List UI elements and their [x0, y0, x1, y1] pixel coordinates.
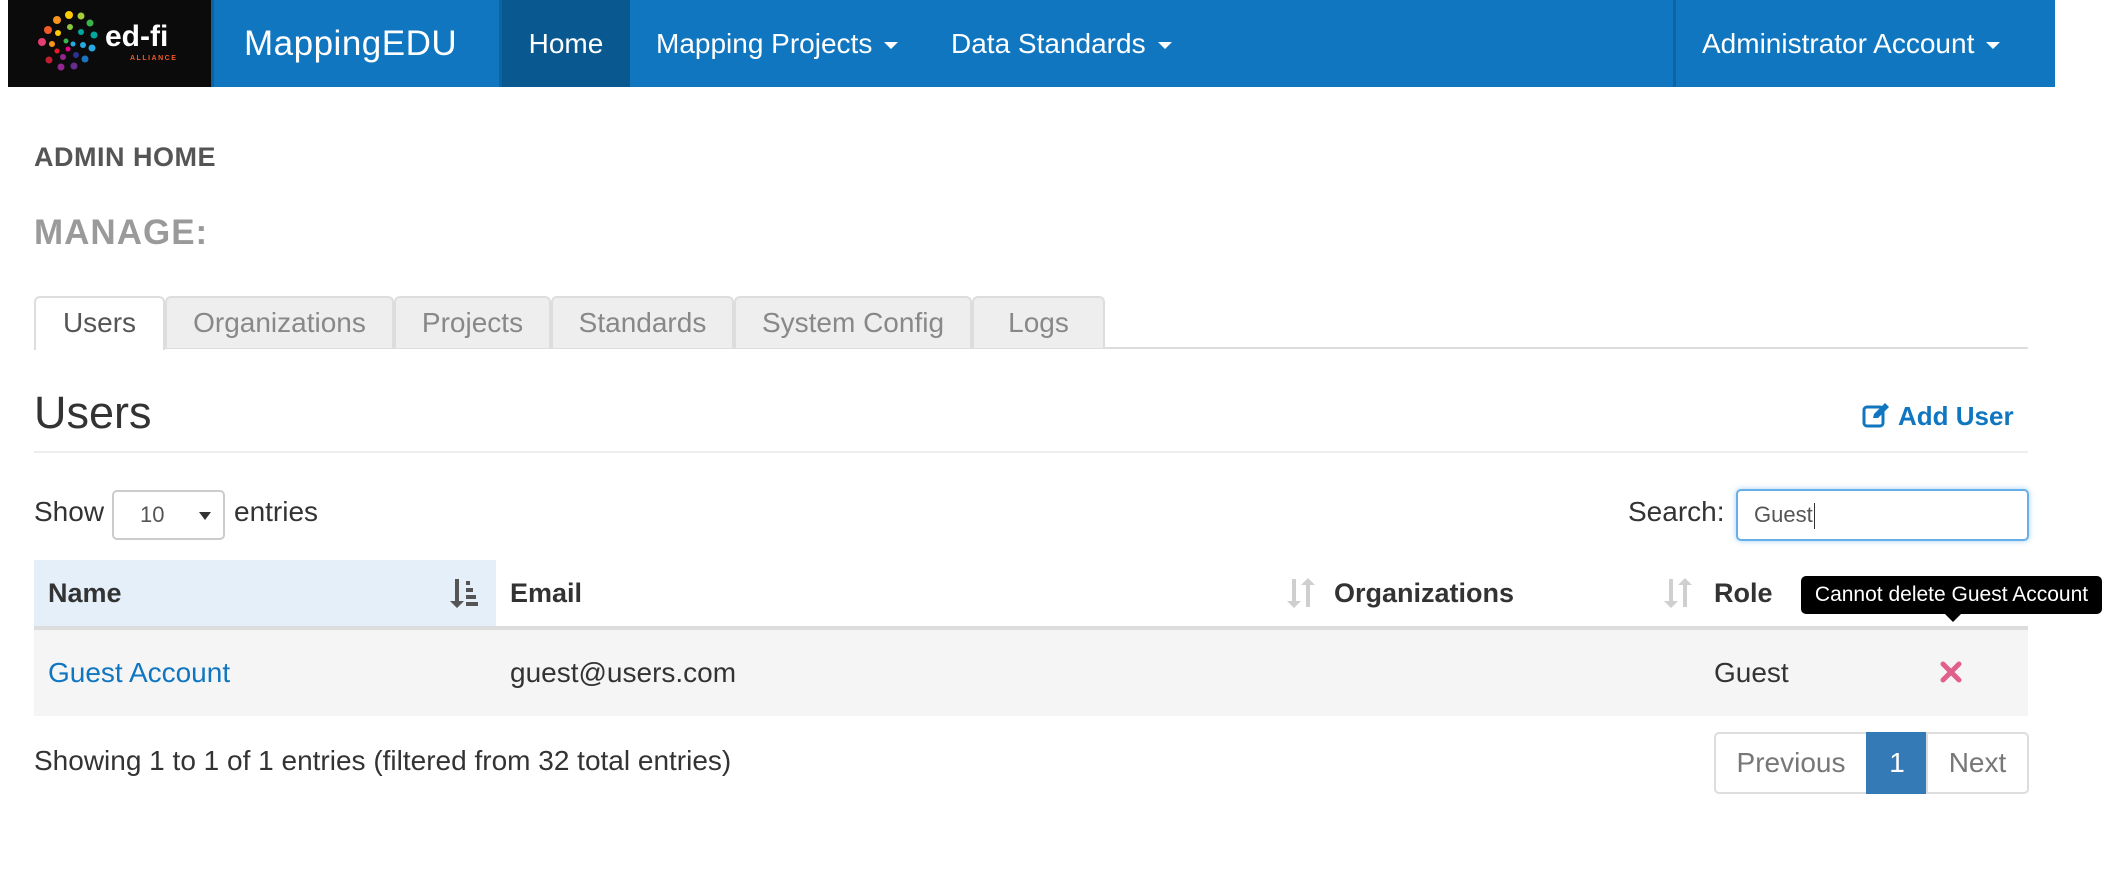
chevron-down-icon	[199, 512, 211, 520]
nav-data-standards-label: Data Standards	[951, 28, 1146, 59]
nav-data-standards[interactable]: Data Standards	[925, 0, 1198, 87]
nav-home[interactable]: Home	[502, 0, 630, 87]
tab-organizations[interactable]: Organizations	[165, 296, 394, 348]
previous-page-button[interactable]: Previous	[1714, 732, 1868, 794]
table-row: Guest Account guest@users.com Guest	[34, 630, 2028, 716]
column-header-name-label: Name	[48, 578, 122, 608]
chevron-down-icon	[1986, 42, 2001, 50]
search-input-value: Guest	[1754, 502, 1813, 527]
user-email: guest@users.com	[510, 657, 737, 688]
nav-mapping-projects[interactable]: Mapping Projects	[630, 0, 924, 87]
page-title: ADMIN HOME	[34, 142, 216, 172]
user-name-link[interactable]: Guest Account	[48, 630, 230, 716]
section-title: Users	[34, 387, 152, 438]
tab-standards-label: Standards	[578, 307, 707, 338]
table-header: Name Email Organizations Role	[34, 560, 2028, 626]
sort-both-icon	[1287, 578, 1315, 608]
chevron-down-icon	[1157, 42, 1172, 50]
edit-icon	[1862, 403, 1889, 428]
nav-home-label: Home	[528, 28, 604, 59]
delete-tooltip: Cannot delete Guest Account	[1801, 576, 2102, 614]
search-input[interactable]: Guest	[1736, 489, 2029, 541]
length-entries-label: entries	[234, 496, 319, 527]
tab-users-label: Users	[62, 307, 137, 338]
app-name[interactable]: MappingEDU	[211, 0, 499, 87]
section-divider	[34, 451, 2028, 453]
nav-account-label: Administrator Account	[1702, 28, 1975, 59]
tab-organizations-label: Organizations	[193, 307, 366, 338]
tab-standards[interactable]: Standards	[551, 296, 734, 348]
tab-projects-label: Projects	[421, 307, 524, 338]
chevron-down-icon	[884, 42, 899, 50]
tab-projects[interactable]: Projects	[394, 296, 551, 348]
entries-per-page-value: 10	[140, 502, 165, 527]
add-user-button[interactable]: Add User	[1862, 401, 2014, 432]
tab-system-config-label: System Config	[761, 307, 945, 338]
svg-text:ALLIANCE: ALLIANCE	[130, 55, 177, 62]
column-header-name[interactable]: Name	[34, 560, 496, 626]
sort-both-icon	[1664, 578, 1692, 608]
table-info: Showing 1 to 1 of 1 entries (filtered fr…	[34, 745, 732, 776]
top-navbar: ed-fi ALLIANCE MappingEDU Home Mapping P…	[8, 0, 2055, 87]
entries-per-page-select[interactable]: 10	[112, 490, 225, 540]
edfi-logo-mark: ed-fi ALLIANCE	[38, 11, 177, 71]
tab-users[interactable]: Users	[34, 296, 165, 350]
svg-text:ed-fi: ed-fi	[105, 20, 168, 53]
column-header-email[interactable]: Email	[496, 560, 1326, 626]
tab-logs[interactable]: Logs	[972, 296, 1105, 348]
sort-ascending-icon	[450, 579, 478, 608]
next-page-button[interactable]: Next	[1926, 732, 2029, 794]
tab-logs-label: Logs	[1008, 307, 1069, 338]
close-icon[interactable]	[1940, 661, 1962, 683]
manage-heading: MANAGE:	[34, 213, 209, 252]
column-header-role-label: Role	[1714, 578, 1773, 608]
column-header-organizations[interactable]: Organizations	[1326, 560, 1706, 626]
page-1-button[interactable]: 1	[1866, 732, 1928, 794]
length-show-label: Show	[34, 496, 105, 527]
user-role: Guest	[1714, 657, 1789, 688]
edfi-logo[interactable]: ed-fi ALLIANCE	[8, 0, 211, 87]
nav-mapping-projects-label: Mapping Projects	[656, 28, 873, 59]
search-label: Search:	[1628, 496, 1725, 527]
add-user-label: Add User	[1898, 401, 2014, 431]
text-cursor	[1813, 503, 1815, 530]
column-header-email-label: Email	[510, 578, 583, 608]
tab-system-config[interactable]: System Config	[734, 296, 972, 348]
tooltip-arrow	[1945, 614, 1961, 622]
column-header-organizations-label: Organizations	[1334, 578, 1515, 608]
nav-account-menu[interactable]: Administrator Account	[1676, 0, 2026, 87]
